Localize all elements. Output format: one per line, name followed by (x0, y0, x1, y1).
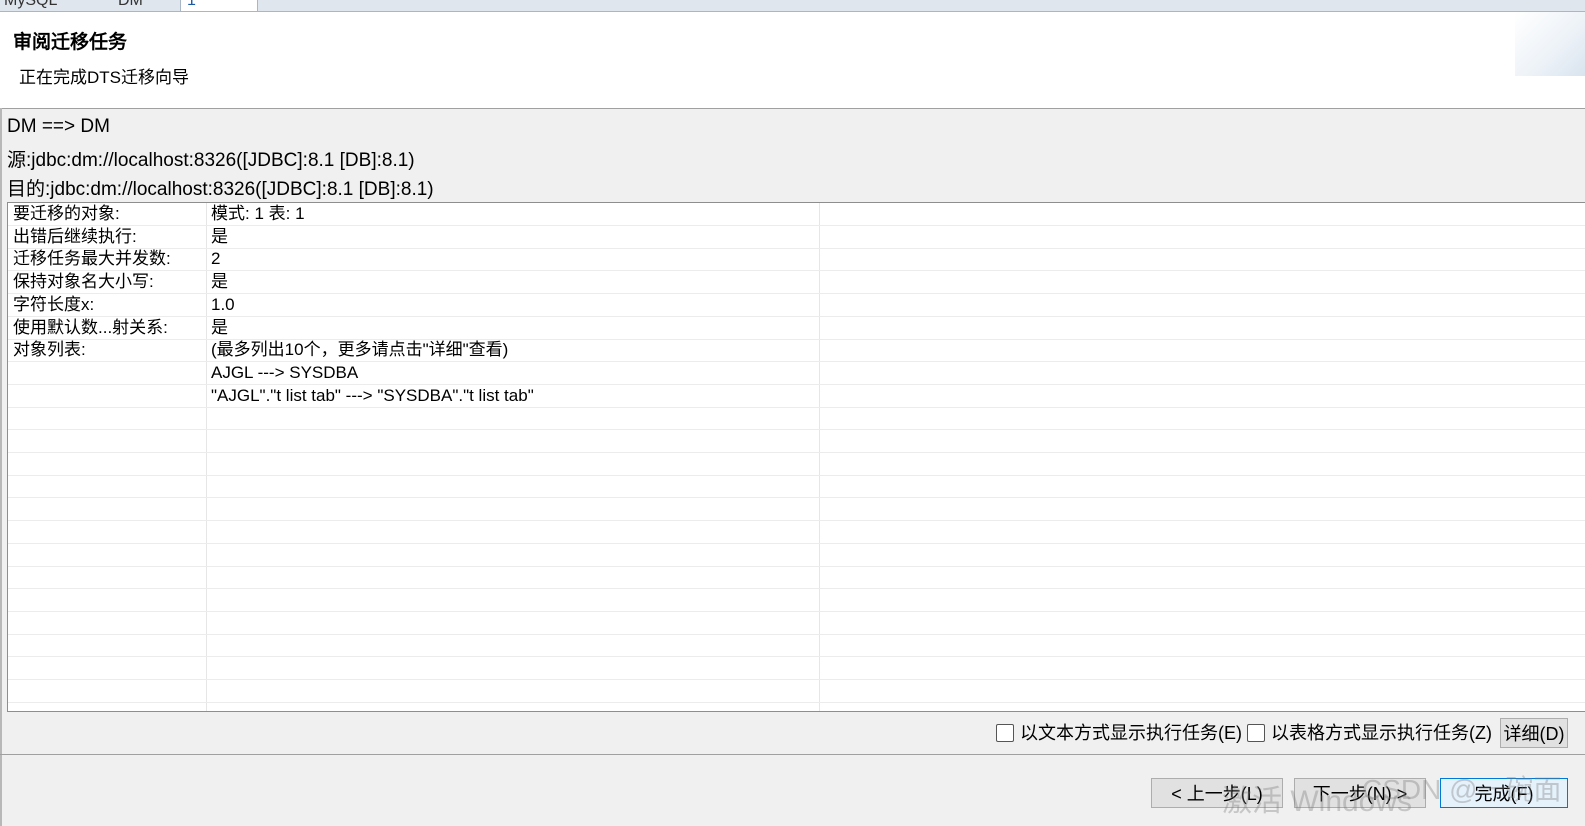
table-row[interactable]: AJGL ---> SYSDBA (8, 362, 1585, 385)
table-row[interactable] (8, 657, 1585, 680)
property-name-cell (13, 680, 203, 702)
table-row[interactable] (8, 566, 1585, 590)
csdn-watermark: CSDN @一碗面 (1362, 774, 1562, 805)
property-name-cell: 使用默认数...射关系: (13, 317, 168, 337)
table-row[interactable]: 迁移任务最大并发数: 2 (8, 248, 1585, 272)
property-name-cell (13, 362, 203, 384)
table-row[interactable]: "AJGL"."t list tab" ---> "SYSDBA"."t lis… (8, 385, 1585, 408)
property-value-cell: "AJGL"."t list tab" ---> "SYSDBA"."t lis… (211, 385, 534, 405)
property-value-cell (211, 521, 811, 543)
property-name-cell (13, 498, 203, 520)
table-mode-option[interactable]: 以表格方式显示执行任务(Z) (1247, 718, 1492, 748)
dialog-left-border (0, 108, 2, 826)
task-summary-table[interactable]: 要迁移的对象: 模式: 1 表: 1 出错后继续执行: 是迁移任务最大并发数: 2 保持对… (7, 202, 1585, 712)
footer-separator (0, 754, 1585, 755)
property-name-cell: 对象列表: (13, 340, 86, 360)
property-value-cell (211, 453, 811, 475)
property-name-cell (13, 657, 203, 679)
property-value-cell (211, 566, 811, 588)
property-value-cell: 是 (211, 272, 228, 292)
editor-tab-strip: MySQL DM 1 (0, 0, 1585, 12)
table-row[interactable]: 要迁移的对象: 模式: 1 表: 1 (8, 203, 1585, 226)
table-row[interactable] (8, 475, 1585, 499)
source-connection: 源:jdbc:dm://localhost:8326([JDBC]:8.1 [D… (7, 150, 415, 171)
property-name-cell (13, 566, 203, 588)
property-value-cell (211, 544, 811, 566)
property-value-cell: 是 (211, 317, 228, 337)
table-row[interactable] (8, 589, 1585, 612)
property-name-cell (13, 634, 203, 656)
table-row[interactable] (8, 680, 1585, 703)
tab-active[interactable]: 1 (180, 0, 258, 11)
property-value-cell: 2 (211, 249, 221, 269)
table-row[interactable]: 对象列表: (最多列出10个，更多请点击"详细"查看) (8, 339, 1585, 363)
table-row[interactable]: 使用默认数...射关系: 是 (8, 317, 1585, 340)
property-name-cell (13, 589, 203, 611)
property-name-cell (13, 521, 203, 543)
property-name-cell (13, 385, 203, 407)
table-row[interactable]: 字符长度x: 1.0 (8, 294, 1585, 317)
text-mode-label[interactable]: 以文本方式显示执行任务(E) (1020, 723, 1242, 743)
property-value-cell (211, 634, 811, 656)
property-value-cell (211, 589, 811, 611)
table-row[interactable]: 保持对象名大小写: 是 (8, 271, 1585, 295)
table-row[interactable]: 出错后继续执行: 是 (8, 226, 1585, 249)
table-row[interactable] (8, 498, 1585, 522)
page-subtitle: 正在完成DTS迁移向导 (19, 68, 189, 87)
text-mode-option[interactable]: 以文本方式显示执行任务(E) (996, 718, 1242, 748)
property-name-cell (13, 612, 203, 634)
table-row[interactable] (8, 407, 1585, 431)
table-row[interactable] (8, 521, 1585, 544)
page-title: 审阅迁移任务 (13, 31, 128, 53)
table-mode-label[interactable]: 以表格方式显示执行任务(Z) (1271, 723, 1492, 743)
tab-mysql[interactable]: MySQL (4, 0, 57, 11)
property-value-cell: 是 (211, 226, 228, 246)
property-value-cell: (最多列出10个，更多请点击"详细"查看) (211, 340, 509, 360)
table-row[interactable] (8, 612, 1585, 635)
property-name-cell: 迁移任务最大并发数: (13, 249, 171, 269)
property-value-cell: 1.0 (211, 294, 235, 314)
property-value-cell: AJGL ---> SYSDBA (211, 362, 359, 382)
property-name-cell: 字符长度x: (13, 294, 95, 314)
property-value-cell (211, 430, 811, 452)
property-name-cell (13, 544, 203, 566)
table-row[interactable] (8, 430, 1585, 453)
text-mode-checkbox[interactable] (996, 724, 1014, 742)
property-value-cell (211, 680, 811, 702)
tab-dm[interactable]: DM (118, 0, 143, 11)
table-row[interactable] (8, 453, 1585, 476)
property-value-cell (211, 498, 811, 520)
property-name-cell (13, 430, 203, 452)
property-name-cell: 保持对象名大小写: (13, 272, 154, 292)
property-value-cell: 模式: 1 表: 1 (211, 204, 305, 223)
wizard-banner-image (1515, 12, 1585, 76)
property-name-cell (13, 407, 203, 429)
migration-direction: DM ==> DM (7, 116, 110, 137)
property-name-cell: 出错后继续执行: (13, 226, 137, 246)
wizard-header: 审阅迁移任务 正在完成DTS迁移向导 (0, 12, 1585, 109)
property-value-cell (211, 475, 811, 497)
table-mode-checkbox[interactable] (1247, 724, 1265, 742)
detail-button[interactable]: 详细(D) (1500, 718, 1568, 748)
property-name-cell (13, 453, 203, 475)
property-value-cell (211, 407, 811, 429)
target-connection: 目的:jdbc:dm://localhost:8326([JDBC]:8.1 [… (7, 179, 434, 200)
table-row[interactable] (8, 544, 1585, 567)
property-name-cell: 要迁移的对象: (13, 204, 120, 223)
property-value-cell (211, 612, 811, 634)
table-row[interactable] (8, 634, 1585, 658)
property-value-cell (211, 657, 811, 679)
property-name-cell (13, 475, 203, 497)
